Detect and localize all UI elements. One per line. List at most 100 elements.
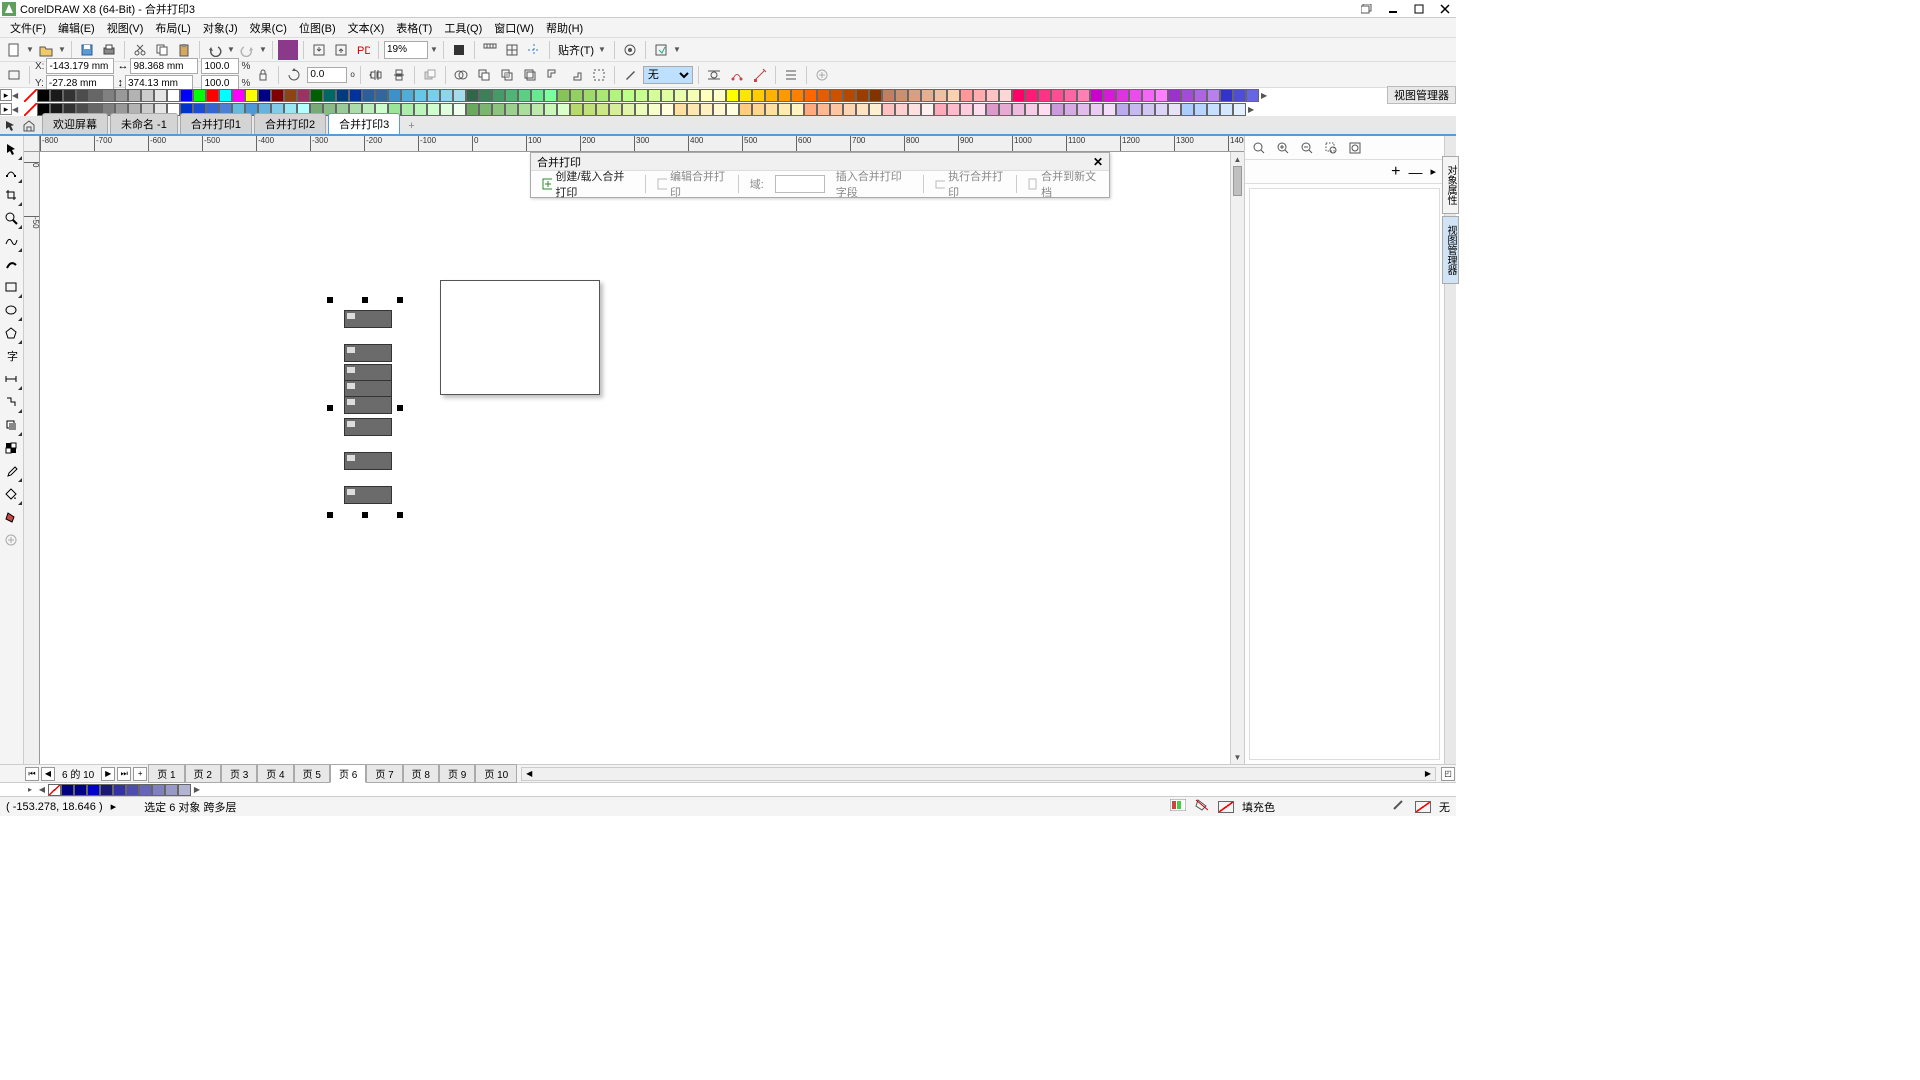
color-swatch[interactable] — [89, 89, 102, 102]
color-swatch[interactable] — [180, 89, 193, 102]
color-swatch[interactable] — [622, 89, 635, 102]
import-button[interactable] — [309, 40, 329, 60]
color-swatch[interactable] — [700, 103, 713, 116]
handle-tr[interactable] — [397, 297, 403, 303]
color-swatch[interactable] — [687, 89, 700, 102]
color-swatch[interactable] — [1064, 89, 1077, 102]
color-swatch[interactable] — [830, 89, 843, 102]
order-front-button[interactable] — [420, 65, 440, 85]
close-button[interactable] — [1436, 2, 1454, 16]
navigator-popup[interactable]: ◰ — [1441, 767, 1455, 781]
color-swatch[interactable] — [1051, 89, 1064, 102]
color-swatch[interactable] — [882, 89, 895, 102]
color-swatch[interactable] — [713, 103, 726, 116]
handle-tl[interactable] — [327, 297, 333, 303]
color-swatch[interactable] — [609, 89, 622, 102]
scroll-down[interactable]: ▼ — [1231, 750, 1244, 764]
color-swatch[interactable] — [141, 89, 154, 102]
merge-field-input[interactable] — [775, 175, 825, 193]
doc-color-swatch[interactable] — [126, 784, 139, 796]
mirror-v-button[interactable] — [389, 65, 409, 85]
handle-b[interactable] — [362, 512, 368, 518]
color-swatch[interactable] — [1116, 89, 1129, 102]
color-swatch[interactable] — [687, 103, 700, 116]
color-swatch[interactable] — [752, 103, 765, 116]
color-swatch[interactable] — [817, 103, 830, 116]
width-input[interactable] — [130, 58, 198, 74]
palette-left-2[interactable]: ◀ — [12, 105, 24, 114]
color-swatch[interactable] — [596, 103, 609, 116]
color-swatch[interactable] — [1064, 103, 1077, 116]
page-tab[interactable]: 页 8 — [403, 764, 439, 783]
color-swatch[interactable] — [245, 89, 258, 102]
docker-tab-object-properties[interactable]: 对象属性 — [1442, 156, 1459, 214]
freehand-tool[interactable] — [0, 230, 22, 252]
trim-button[interactable] — [474, 65, 494, 85]
color-swatch[interactable] — [934, 103, 947, 116]
color-swatch[interactable] — [622, 103, 635, 116]
color-swatch[interactable] — [505, 103, 518, 116]
lock-ratio-button[interactable] — [253, 65, 273, 85]
color-swatch[interactable] — [323, 89, 336, 102]
color-swatch[interactable] — [856, 89, 869, 102]
show-rulers-button[interactable] — [480, 40, 500, 60]
color-swatch[interactable] — [206, 89, 219, 102]
doc-color-swatch[interactable] — [178, 784, 191, 796]
color-swatch[interactable] — [1155, 103, 1168, 116]
doc-color-swatch[interactable] — [100, 784, 113, 796]
connector-tool[interactable] — [0, 391, 22, 413]
color-swatch[interactable] — [1038, 103, 1051, 116]
color-swatch[interactable] — [570, 103, 583, 116]
color-swatch[interactable] — [882, 103, 895, 116]
color-swatch[interactable] — [1077, 103, 1090, 116]
menu-tools[interactable]: 工具(Q) — [438, 18, 488, 38]
color-swatch[interactable] — [466, 103, 479, 116]
selection-group[interactable] — [330, 300, 400, 515]
add-view-button[interactable]: + — [1391, 163, 1400, 181]
color-swatch[interactable] — [869, 89, 882, 102]
zoom-dropdown[interactable]: ▼ — [430, 45, 438, 54]
menu-object[interactable]: 对象(J) — [197, 18, 244, 38]
pick-tool-indicator[interactable] — [4, 119, 20, 134]
color-swatch[interactable] — [1038, 89, 1051, 102]
color-swatch[interactable] — [1181, 89, 1194, 102]
boundary-button[interactable] — [589, 65, 609, 85]
color-swatch[interactable] — [115, 89, 128, 102]
page-add[interactable]: + — [133, 767, 147, 781]
color-swatch[interactable] — [1207, 89, 1220, 102]
color-swatch[interactable] — [453, 103, 466, 116]
artistic-media-tool[interactable] — [0, 253, 22, 275]
handle-bl[interactable] — [327, 512, 333, 518]
options-button[interactable] — [620, 40, 640, 60]
color-swatch[interactable] — [843, 103, 856, 116]
color-swatch[interactable] — [440, 89, 453, 102]
publish-pdf-button[interactable]: PDF — [353, 40, 373, 60]
fill-indicator[interactable] — [1194, 798, 1210, 815]
color-swatch[interactable] — [778, 103, 791, 116]
color-swatch[interactable] — [50, 89, 63, 102]
color-swatch[interactable] — [661, 89, 674, 102]
color-swatch[interactable] — [1103, 103, 1116, 116]
color-swatch[interactable] — [310, 89, 323, 102]
color-swatch[interactable] — [791, 103, 804, 116]
color-swatch[interactable] — [999, 89, 1012, 102]
color-swatch[interactable] — [349, 89, 362, 102]
color-swatch[interactable] — [713, 89, 726, 102]
color-swatch[interactable] — [219, 89, 232, 102]
align-distribute-button[interactable] — [781, 65, 801, 85]
color-swatch[interactable] — [596, 89, 609, 102]
color-swatch[interactable] — [414, 89, 427, 102]
color-swatch[interactable] — [1233, 103, 1246, 116]
home-icon[interactable] — [20, 118, 38, 134]
doc-color-swatch[interactable] — [74, 784, 87, 796]
color-swatch[interactable] — [700, 89, 713, 102]
color-swatch[interactable] — [258, 89, 271, 102]
color-swatch[interactable] — [518, 89, 531, 102]
color-swatch[interactable] — [895, 89, 908, 102]
page-tab[interactable]: 页 2 — [185, 764, 221, 783]
zoom-tool[interactable] — [0, 207, 22, 229]
color-swatch[interactable] — [752, 89, 765, 102]
color-swatch[interactable] — [440, 103, 453, 116]
color-swatch[interactable] — [193, 89, 206, 102]
color-swatch[interactable] — [388, 89, 401, 102]
